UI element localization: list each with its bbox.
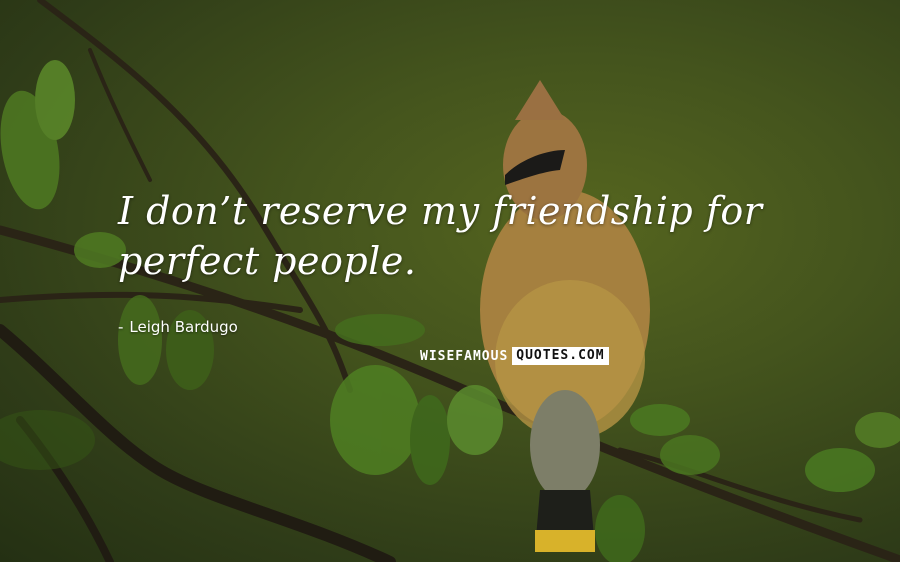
quote-author: - Leigh Bardugo [118,318,238,336]
author-dash: - [118,318,124,336]
leaves [0,60,900,562]
watermark-part1: WISEFAMOUS [420,348,509,364]
watermark-part2: QUOTES.COM [512,347,609,365]
author-name: Leigh Bardugo [129,318,238,336]
quote-text: I don’t reserve my friendship for perfec… [118,189,763,283]
quote-image: I don’t reserve my friendship for perfec… [0,0,900,562]
bird [480,80,650,552]
watermark-logo: WISEFAMOUS QUOTES.COM [420,346,620,366]
